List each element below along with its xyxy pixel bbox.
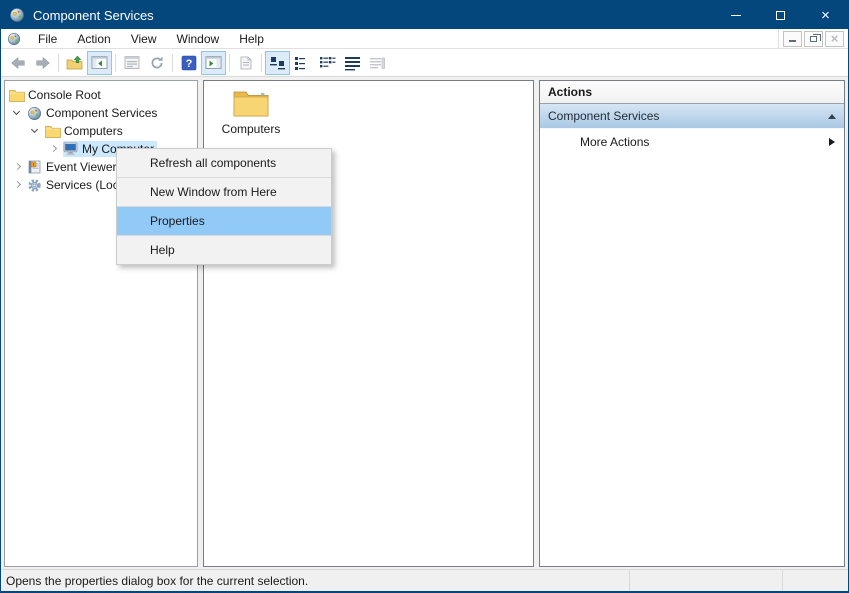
minimize-icon bbox=[789, 40, 796, 42]
status-bar: Opens the properties dialog box for the … bbox=[1, 569, 848, 591]
menu-view[interactable]: View bbox=[121, 29, 167, 49]
chevron-right-icon[interactable] bbox=[45, 140, 63, 158]
toolbar-separator bbox=[58, 54, 59, 72]
chevron-down-icon[interactable] bbox=[27, 122, 45, 140]
view-list-button[interactable] bbox=[315, 51, 340, 75]
action-pane-icon bbox=[205, 55, 222, 70]
refresh-button[interactable] bbox=[144, 51, 169, 75]
context-menu-item-new-window-from-here[interactable]: New Window from Here bbox=[117, 178, 331, 206]
menu-file[interactable]: File bbox=[28, 29, 67, 49]
maximize-button[interactable] bbox=[758, 1, 803, 29]
mdi-window-controls: × bbox=[778, 29, 848, 49]
tree-item-component-services[interactable]: Component Services bbox=[5, 104, 197, 122]
toolbar-separator bbox=[115, 54, 116, 72]
menu-window[interactable]: Window bbox=[167, 29, 230, 49]
context-menu-item-help[interactable]: Help bbox=[117, 236, 331, 264]
computer-icon bbox=[63, 142, 81, 156]
folder-icon bbox=[233, 89, 269, 118]
up-folder-icon bbox=[66, 55, 83, 71]
minimize-icon bbox=[731, 15, 741, 16]
list-item-label: Computers bbox=[222, 122, 281, 136]
tree-item-label: Computers bbox=[63, 123, 126, 139]
window-title: Component Services bbox=[33, 8, 154, 23]
chevron-right-icon[interactable] bbox=[9, 158, 27, 176]
customize-icon bbox=[369, 55, 386, 71]
minimize-button[interactable] bbox=[713, 1, 758, 29]
com-sphere-icon bbox=[7, 32, 21, 46]
event-log-icon: ! bbox=[27, 160, 45, 174]
toolbar-separator bbox=[172, 54, 173, 72]
status-text: Opens the properties dialog box for the … bbox=[1, 574, 629, 588]
restore-icon bbox=[810, 36, 817, 42]
back-icon bbox=[9, 55, 27, 71]
close-icon: × bbox=[821, 8, 830, 23]
mdi-minimize-button[interactable] bbox=[783, 31, 802, 47]
gear-icon bbox=[27, 178, 45, 193]
menu-help[interactable]: Help bbox=[229, 29, 274, 49]
context-menu-item-refresh-all-components[interactable]: Refresh all components bbox=[117, 149, 331, 177]
folder-icon bbox=[45, 125, 63, 138]
tree-item-computers[interactable]: Computers bbox=[5, 122, 197, 140]
show-action-pane-button[interactable] bbox=[201, 51, 226, 75]
maximize-icon bbox=[776, 11, 785, 20]
view-small-icons-button[interactable] bbox=[290, 51, 315, 75]
svg-text:?: ? bbox=[185, 58, 192, 70]
submenu-arrow-icon bbox=[829, 138, 835, 146]
view-large-icons-button[interactable] bbox=[265, 51, 290, 75]
properties-icon bbox=[124, 55, 140, 70]
actions-group-component-services[interactable]: Component Services bbox=[540, 104, 844, 129]
collapse-group-icon[interactable] bbox=[828, 114, 836, 119]
tree-item-label: Event Viewer bbox=[45, 159, 119, 175]
folder-icon bbox=[9, 89, 27, 102]
com-sphere-icon bbox=[27, 106, 45, 121]
back-button[interactable] bbox=[5, 51, 30, 75]
view-details-button[interactable] bbox=[340, 51, 365, 75]
mdi-close-button[interactable]: × bbox=[825, 31, 844, 47]
list-item-computers[interactable]: Computers bbox=[216, 89, 286, 136]
tree-item-label: Services (Loc bbox=[45, 177, 122, 193]
chevron-down-icon[interactable] bbox=[9, 104, 27, 122]
more-actions-item[interactable]: More Actions bbox=[540, 129, 844, 155]
actions-group-label: Component Services bbox=[548, 109, 659, 123]
tree-item-label: Component Services bbox=[45, 105, 160, 121]
small-icons-icon bbox=[294, 55, 311, 71]
large-icons-icon bbox=[269, 55, 286, 71]
com-sphere-icon bbox=[9, 7, 25, 23]
list-icon bbox=[319, 55, 336, 71]
help-icon: ? bbox=[181, 55, 197, 71]
tree-item-console-root[interactable]: Console Root bbox=[5, 86, 197, 104]
context-menu: Refresh all components New Window from H… bbox=[116, 148, 332, 265]
status-bar-section bbox=[782, 570, 848, 591]
console-tree-icon bbox=[91, 55, 108, 70]
menu-bar: File Action View Window Help × bbox=[1, 29, 848, 49]
mdi-restore-button[interactable] bbox=[804, 31, 823, 47]
more-actions-label: More Actions bbox=[580, 135, 649, 149]
tree-item-label: Console Root bbox=[27, 87, 104, 103]
context-menu-item-properties[interactable]: Properties bbox=[117, 207, 331, 235]
actions-pane: Actions Component Services More Actions bbox=[539, 80, 845, 567]
show-console-tree-button[interactable] bbox=[87, 51, 112, 75]
actions-pane-title: Actions bbox=[540, 81, 844, 104]
toolbar-separator bbox=[261, 54, 262, 72]
properties-button[interactable] bbox=[119, 51, 144, 75]
help-button[interactable]: ? bbox=[176, 51, 201, 75]
toolbar-separator bbox=[229, 54, 230, 72]
export-list-icon bbox=[238, 55, 254, 71]
details-icon bbox=[344, 55, 361, 71]
close-button[interactable]: × bbox=[803, 1, 848, 29]
view-customize-button[interactable] bbox=[365, 51, 390, 75]
up-one-level-button[interactable] bbox=[62, 51, 87, 75]
export-list-button[interactable] bbox=[233, 51, 258, 75]
chevron-right-icon[interactable] bbox=[9, 176, 27, 194]
forward-icon bbox=[34, 55, 52, 71]
status-bar-section bbox=[629, 570, 782, 591]
refresh-icon bbox=[149, 55, 165, 71]
component-services-window: Component Services × File Action View Wi… bbox=[0, 0, 849, 593]
close-icon: × bbox=[831, 32, 839, 45]
forward-button[interactable] bbox=[30, 51, 55, 75]
menu-action[interactable]: Action bbox=[67, 29, 120, 49]
title-bar[interactable]: Component Services × bbox=[1, 1, 848, 29]
toolbar: ? bbox=[1, 49, 848, 77]
